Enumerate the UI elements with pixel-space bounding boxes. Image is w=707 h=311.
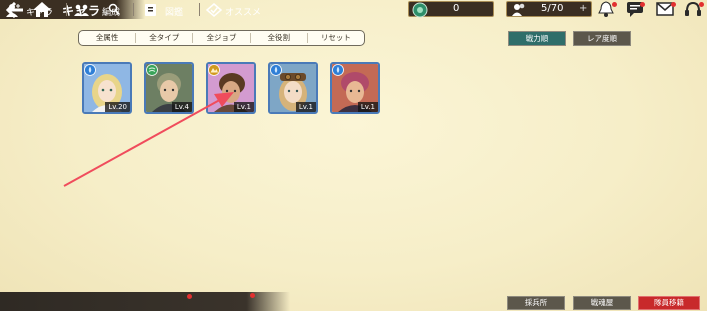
filter-reset-button[interactable]: リセット xyxy=(308,33,364,43)
gem-icon xyxy=(412,2,428,18)
character-level: Lv.1 xyxy=(295,102,316,112)
currency-display: 0 xyxy=(408,1,494,18)
encyclopedia-badge xyxy=(187,294,192,299)
nav-character[interactable]: キャラ xyxy=(2,2,64,19)
water-element-icon xyxy=(84,64,96,76)
nav-formation-label: 編成 xyxy=(102,8,121,18)
formation-icon xyxy=(74,4,89,16)
recommend-badge xyxy=(250,293,255,298)
roster-count-value: 5/70 xyxy=(541,3,564,14)
filter-element[interactable]: 全属性 xyxy=(79,33,137,43)
nav-encyclopedia[interactable]: 図鑑 xyxy=(137,2,197,19)
character-level: Lv.1 xyxy=(233,102,254,112)
mail-badge xyxy=(671,2,676,7)
character-icon xyxy=(6,4,20,17)
earth-element-icon xyxy=(208,64,220,76)
nav-encyclopedia-label: 図鑑 xyxy=(165,8,184,18)
annotation-arrow xyxy=(63,92,234,187)
sort-by-power-button[interactable]: 戦力順 xyxy=(508,31,566,46)
support-badge xyxy=(699,2,704,7)
wind-element-icon xyxy=(146,64,158,76)
character-level: Lv.4 xyxy=(171,102,192,112)
member-transfer-button[interactable]: 隊員移籍 xyxy=(638,296,700,310)
recruit-hall-button[interactable]: 採兵所 xyxy=(507,296,565,310)
character-card[interactable]: Lv.1 xyxy=(206,62,256,114)
currency-value: 0 xyxy=(453,3,460,14)
nav-divider xyxy=(66,3,67,16)
chat-badge xyxy=(640,2,645,7)
sort-by-rarity-button[interactable]: レア度順 xyxy=(573,31,631,46)
nav-formation[interactable]: 編成 xyxy=(70,2,132,19)
nav-divider xyxy=(133,3,134,16)
filter-bar: 全属性 全タイプ 全ジョブ 全役割 リセット xyxy=(78,30,365,46)
character-card[interactable]: Lv.4 xyxy=(144,62,194,114)
character-level: Lv.20 xyxy=(105,102,130,112)
nav-character-label: キャラ xyxy=(26,8,54,18)
nav-recommend[interactable]: オススメ xyxy=(203,2,273,19)
notification-badge xyxy=(612,2,617,7)
roster-add-button[interactable]: + xyxy=(579,3,587,14)
character-card[interactable]: Lv.20 xyxy=(82,62,132,114)
roster-people-icon xyxy=(512,3,525,16)
roster-count-display: 5/70 + xyxy=(506,1,592,17)
nav-recommend-label: オススメ xyxy=(225,8,262,18)
recommend-icon xyxy=(206,3,222,17)
character-card[interactable]: Lv.1 xyxy=(330,62,380,114)
character-card[interactable]: Lv.1 xyxy=(268,62,318,114)
water-element-icon xyxy=(332,64,344,76)
encyclopedia-icon xyxy=(145,4,156,16)
bottom-nav-bar xyxy=(0,292,290,311)
nav-divider xyxy=(199,3,200,16)
filter-type[interactable]: 全タイプ xyxy=(136,33,194,43)
soul-shop-button[interactable]: 戦魂屋 xyxy=(573,296,631,310)
character-level: Lv.1 xyxy=(357,102,378,112)
filter-job[interactable]: 全ジョブ xyxy=(193,33,251,43)
filter-role[interactable]: 全役割 xyxy=(251,33,308,43)
water-element-icon xyxy=(270,64,282,76)
